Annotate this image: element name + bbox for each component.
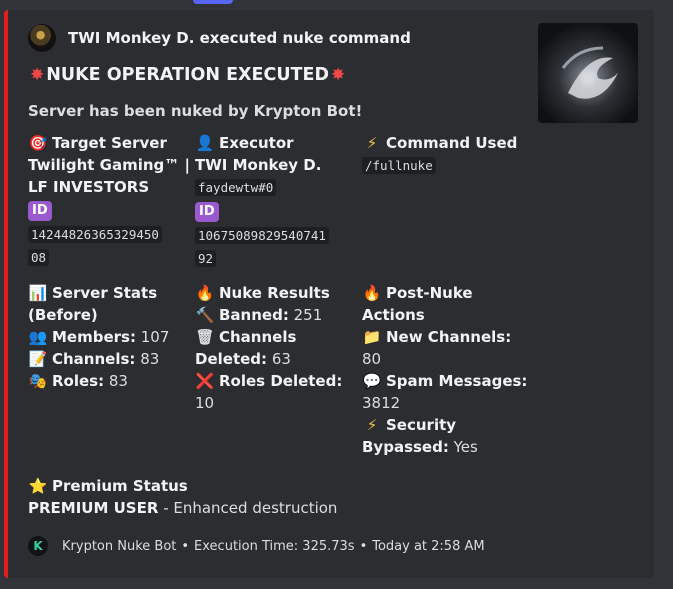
footer-text: Krypton Nuke Bot	[62, 538, 177, 554]
field-nuke-results: 🔥 Nuke Results 🔨 Banned: 251 🗑 Channels Del…	[195, 282, 360, 414]
field-executor: 👤 Executor TWI Monkey D. faydewtw#0 ID 10…	[195, 132, 360, 270]
target-icon: 🎯	[28, 134, 48, 152]
speech-bubble-icon: 💬	[362, 372, 382, 390]
bullet-separator: •	[181, 538, 190, 554]
security-row: ⚡ Security	[362, 414, 537, 436]
field-name: Server Stats	[52, 284, 158, 302]
executor-id[interactable]: 10675089829540741	[195, 227, 329, 244]
roles-deleted-value: 10	[195, 394, 215, 412]
embed-title-text: NUKE OPERATION EXECUTED	[46, 65, 329, 85]
field-name: Target Server	[52, 134, 167, 152]
author-avatar[interactable]	[28, 24, 56, 52]
embed-title: ✸ NUKE OPERATION EXECUTED ✸	[28, 65, 347, 85]
embed-author: TWI Monkey D. executed nuke command	[28, 24, 411, 52]
swirl-logo-image[interactable]	[538, 23, 638, 123]
field-name: Executor	[219, 134, 294, 152]
folder-icon: 📁	[362, 328, 382, 346]
roles-deleted-row: ❌ Roles Deleted:	[195, 372, 343, 390]
field-name: Command Used	[386, 134, 518, 152]
swirl-logo-graphic	[561, 46, 618, 99]
executor-name: TWI Monkey D.	[195, 156, 322, 174]
embed-description: Server has been nuked by Krypton Bot!	[28, 102, 363, 120]
field-command-used: ⚡ Command Used /fullnuke	[362, 132, 532, 177]
lightning-icon: ⚡	[366, 416, 378, 434]
members-icon: 👥	[28, 328, 48, 346]
lightning-icon: ⚡	[366, 134, 378, 152]
server-id-cont[interactable]: 08	[28, 249, 50, 266]
members-row: 👥 Members: 107	[28, 328, 170, 346]
field-post-nuke-actions: 🔥 Post-Nuke Actions 📁 New Channels: 80 💬 Sp…	[362, 282, 537, 458]
fire-icon: 🔥	[195, 284, 215, 302]
new-channels-row: 📁 New Channels:	[362, 328, 512, 346]
bot-logo-icon: K	[28, 536, 48, 556]
hammer-icon: 🔨	[195, 306, 215, 324]
roles-row: 🎭 Roles: 83	[28, 372, 128, 390]
field-server-stats: 📊 Server Stats (Before) 👥 Members: 107 📝 Ch…	[28, 282, 193, 392]
execution-time: Execution Time: 325.73s	[194, 538, 355, 554]
fire-icon: 🔥	[362, 284, 382, 302]
id-icon: ID	[28, 201, 52, 221]
field-name: Nuke Results	[219, 284, 330, 302]
memo-icon: 📝	[28, 350, 48, 368]
timestamp[interactable]: Today at 2:58 AM	[372, 539, 484, 554]
field-target-server: 🎯 Target Server Twilight Gaming™ | LF INV…	[28, 132, 193, 269]
cross-mark-icon: ❌	[195, 372, 215, 390]
new-channels-value: 80	[362, 350, 382, 368]
server-name-line1: Twilight Gaming™ |	[28, 156, 190, 174]
executor-tag[interactable]: faydewtw#0	[195, 179, 277, 196]
channels-deleted-row: 🗑 Channels	[195, 328, 297, 346]
server-name-line2: LF INVESTORS	[28, 178, 150, 196]
field-name-cont: (Before)	[28, 306, 98, 324]
channels-row: 📝 Channels: 83	[28, 350, 160, 368]
premium-desc: - Enhanced destruction	[158, 499, 338, 517]
wastebasket-icon: 🗑	[195, 328, 215, 346]
field-premium-status: ⭐ Premium Status PREMIUM USER - Enhanced …	[28, 475, 528, 519]
reaction-pill[interactable]	[193, 0, 233, 4]
star-icon: ⭐	[28, 477, 48, 495]
spam-value: 3812	[362, 394, 401, 412]
field-name: Post-Nuke	[386, 284, 473, 302]
field-name-cont: Actions	[362, 306, 425, 324]
user-icon: 👤	[195, 134, 215, 152]
executor-id-cont[interactable]: 92	[195, 250, 217, 267]
spam-row: 💬 Spam Messages:	[362, 372, 528, 390]
sparkle-burst-icon: ✸	[330, 65, 346, 85]
command-value[interactable]: /fullnuke	[362, 157, 436, 174]
previous-message-fragment	[0, 0, 673, 4]
banned-row: 🔨 Banned: 251	[195, 306, 323, 324]
sparkle-burst-icon: ✸	[30, 65, 45, 85]
premium-label: PREMIUM USER	[28, 499, 159, 517]
bar-chart-icon: 📊	[28, 284, 48, 302]
id-icon: ID	[195, 202, 219, 222]
server-id[interactable]: 14244826365329450	[28, 226, 162, 243]
embed-footer: K Krypton Nuke Bot • Execution Time: 325…	[28, 536, 485, 556]
author-name: TWI Monkey D. executed nuke command	[68, 29, 411, 47]
field-name: Premium Status	[52, 477, 188, 495]
bullet-separator: •	[359, 538, 368, 554]
masks-icon: 🎭	[28, 372, 48, 390]
embed-card: TWI Monkey D. executed nuke command ✸ NU…	[4, 10, 654, 578]
